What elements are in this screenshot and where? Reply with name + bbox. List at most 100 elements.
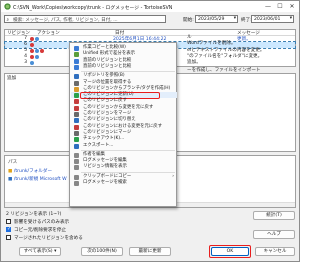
merge-to-icon <box>74 130 79 136</box>
ok-button-highlight <box>209 245 251 258</box>
menu-item[interactable]: エクスポート... <box>71 143 177 149</box>
menu-item-label: マージの位置を取得する <box>83 79 132 85</box>
deleted-icon <box>40 49 44 53</box>
revision-number: 6 <box>24 42 27 47</box>
menu-item-label: このリビジョンに切り替え <box>83 117 136 123</box>
minimize-button[interactable]: — <box>263 2 273 11</box>
folder-icon: ■ <box>8 169 13 174</box>
menu-item-label: このリビジョンにマージ <box>83 129 132 135</box>
refresh-button[interactable]: 最新に更新 <box>129 247 171 256</box>
path-row[interactable]: ■ /trunk/新規 Microsoft W <box>8 176 67 182</box>
file-icon: ■ <box>8 177 13 182</box>
revision-count-status: 2 リビジョンを表示 (1~?) <box>6 212 62 217</box>
path-text: /trunk/新規 Microsoft W <box>13 177 67 182</box>
from-date-picker[interactable]: 2023/05/29 ▾ <box>195 15 238 23</box>
info-icon <box>74 165 79 171</box>
path-text: /trunk/フォルダー <box>13 169 53 174</box>
compare-icon <box>74 46 79 51</box>
paths-column-header: パス <box>8 160 18 165</box>
context-menu: 作業コピーと比較(W) Unified 形式で差分を表示 直前のリビジョンと比較 直前… <box>69 42 177 207</box>
menu-item-label: リポジトリを参照(B) <box>83 73 125 79</box>
from-date-label: 開始: <box>183 18 194 23</box>
branch-icon <box>74 86 79 92</box>
added-icon <box>35 37 39 41</box>
search-input[interactable]: 検索: メッセージ, パス, 作者, リビジョン, 日付, ... ⌕ <box>4 15 166 23</box>
tortoisesvn-app-icon <box>4 3 11 10</box>
statistics-button[interactable]: 統計(T) <box>253 211 295 220</box>
merge-rev-icon <box>74 112 79 117</box>
menu-item-label: このリビジョンに戻す <box>83 98 127 104</box>
menu-item[interactable]: リビジョン情報を表示 <box>71 164 177 171</box>
update-icon <box>74 93 79 99</box>
diff-icon <box>74 52 79 58</box>
merge-icon <box>74 80 79 86</box>
menu-item-label: このリビジョンから変更を元に戻す <box>83 104 154 110</box>
maximize-button[interactable]: ☐ <box>275 2 285 11</box>
message-column-text: ル Wordファイルを削除。 elとテキストファイルの内容を変更。 "のファイル… <box>187 35 291 65</box>
compare-prev2-icon <box>74 64 79 70</box>
include-merged-label: マージされたリビジョンを含める <box>14 236 83 241</box>
modified-icon <box>30 43 34 47</box>
help-button[interactable]: ヘルプ <box>253 230 295 239</box>
revision-number: 7 <box>24 36 27 41</box>
window-title: C:\SVN_Work\Copies\workcopy\trunk - ログメッ… <box>13 6 173 11</box>
checkout-icon <box>74 137 79 143</box>
added-icon <box>35 55 39 59</box>
include-merged-checkbox[interactable] <box>6 235 11 240</box>
from-date-value: 2023/05/29 <box>198 17 225 22</box>
added-icon <box>30 61 34 65</box>
menu-item-label: このリビジョンからブランチ/タグを作成(H) <box>83 85 171 91</box>
stop-on-copy-checkbox[interactable] <box>6 226 11 232</box>
menu-item-label: エクスポート... <box>83 142 114 148</box>
log-message-text: 追加 <box>7 76 17 81</box>
affected-paths-checkbox[interactable] <box>6 219 11 224</box>
calendar-dropdown-icon[interactable]: ▾ <box>234 16 236 21</box>
next-100-button[interactable]: 次の100件(N) <box>81 247 123 256</box>
dropdown-arrow-icon: ▾ <box>54 249 57 254</box>
menu-separator <box>81 149 175 151</box>
menu-item-label: 直前のリビジョンと比較 <box>83 63 132 69</box>
menu-item-label: リビジョン情報を表示 <box>83 164 127 170</box>
switch-icon <box>74 118 79 124</box>
show-all-label: すべて表示(S) <box>23 249 53 254</box>
repo-browser-icon <box>74 74 79 80</box>
revert-icon <box>74 99 79 105</box>
to-date-picker[interactable]: 2023/06/01 ▾ <box>251 15 294 23</box>
show-all-button[interactable]: すべて表示(S) ▾ <box>19 247 61 256</box>
clipboard-icon <box>74 174 79 180</box>
revision-number: 5 <box>24 48 27 53</box>
revert-changes-icon <box>74 124 79 130</box>
calendar-dropdown-icon[interactable]: ▾ <box>290 16 292 21</box>
modified-icon <box>30 37 34 41</box>
search-icon: ⌕ <box>6 17 10 23</box>
menu-separator <box>81 171 175 173</box>
menu-item[interactable]: 直前のリビジョンと比較 <box>71 64 177 70</box>
menu-item[interactable]: ログメッセージを検索 <box>71 180 177 186</box>
menu-item-label: 直前のリビジョンと比較 <box>83 57 132 63</box>
compare-prev-icon <box>74 58 79 64</box>
edit-log-icon <box>74 159 79 165</box>
menu-item-label: ログメッセージを検索 <box>83 180 127 185</box>
cancel-button[interactable]: キャンセル <box>255 247 295 256</box>
title-bar: C:\SVN_Work\Copies\workcopy\trunk - ログメッ… <box>1 1 299 12</box>
menu-item-label: 作者を編集 <box>83 151 105 157</box>
to-date-value: 2023/06/01 <box>254 17 281 22</box>
action-icons <box>29 60 47 66</box>
log-dialog-window: C:\SVN_Work\Copies\workcopy\trunk - ログメッ… <box>0 0 300 262</box>
menu-item-label: クリップボードにコピー <box>83 173 132 179</box>
menu-item-label: Unified 形式で差分を表示 <box>83 51 135 57</box>
search-placeholder: 検索: メッセージ, パス, 作者, リビジョン, 日付, ... <box>13 18 118 23</box>
path-row[interactable]: ■ /trunk/フォルダー <box>8 168 52 174</box>
added-icon <box>35 49 39 53</box>
submenu-arrow-icon: › <box>172 173 174 179</box>
revision-number: 3 <box>24 60 27 65</box>
close-button[interactable]: ✕ <box>287 2 297 11</box>
affected-paths-label: 影響を受けるパスのみ表示 <box>14 220 70 225</box>
export-icon <box>74 143 79 149</box>
stop-on-copy-label: コピー元/削除要求を停止 <box>14 228 67 233</box>
edit-author-icon <box>74 152 79 158</box>
revision-number: 4 <box>24 54 27 59</box>
undo-icon <box>74 105 79 111</box>
modified-icon <box>30 55 34 59</box>
menu-item-label: このリビジョンにおける変更を元に戻す <box>83 123 163 129</box>
